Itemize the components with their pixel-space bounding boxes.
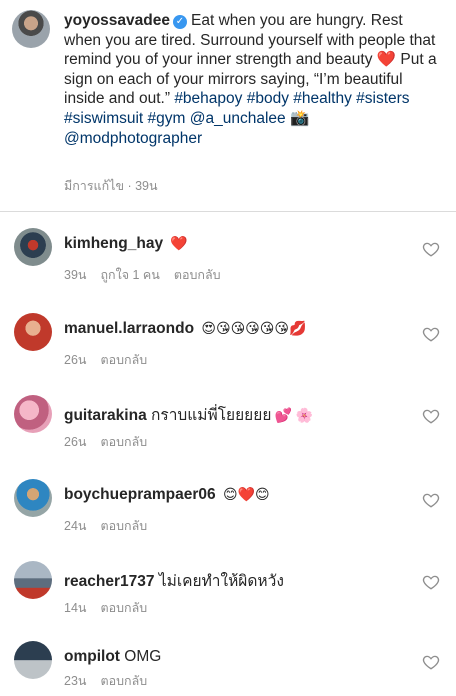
comment-item: guitarakina กราบแม่พี่โยยยยย 💕 🌸 26น ตอบกล… bbox=[0, 395, 456, 485]
commenter-avatar[interactable] bbox=[14, 479, 52, 517]
comment-text: กราบแม่พี่โยยยยย bbox=[151, 407, 272, 424]
comment-item: kimheng_hay ❤️ 39น ถูกใจ 1 คน ตอบกลับ bbox=[0, 228, 456, 318]
reply-button[interactable]: ตอบกลับ bbox=[100, 601, 147, 615]
comment-emoji: 😊❤️😊 bbox=[222, 486, 270, 502]
comment-line: ompilot OMG bbox=[64, 648, 164, 666]
reply-button[interactable]: ตอบกลับ bbox=[174, 268, 221, 282]
comment-time: 14น bbox=[64, 601, 87, 615]
comment-meta: 24น ตอบกลับ bbox=[64, 516, 161, 536]
comment-username[interactable]: boychueprampaer06 bbox=[64, 486, 216, 503]
comment-meta: 26น ตอบกลับ bbox=[64, 350, 161, 370]
caption-mention-2[interactable]: @modphotographer bbox=[64, 130, 202, 147]
comment-likes[interactable]: ถูกใจ 1 คน bbox=[100, 268, 159, 282]
caption-heart-emoji: ❤️ bbox=[376, 51, 397, 69]
comment-emoji: ❤️ bbox=[170, 235, 188, 251]
comment-time: 26น bbox=[64, 435, 87, 449]
commenter-avatar[interactable] bbox=[14, 641, 52, 679]
post-caption: yoyossavadee ✓ Eat when you are hungry. Re… bbox=[0, 0, 456, 214]
comment-username[interactable]: guitarakina bbox=[64, 407, 147, 424]
comment-username[interactable]: reacher1737 bbox=[64, 573, 155, 590]
comment-meta: 23น ตอบกลับ bbox=[64, 671, 161, 691]
comment-line: reacher1737 ไม่เคยทำให้ผิดหวัง bbox=[64, 568, 287, 593]
comment-meta: 39น ถูกใจ 1 คน ตอบกลับ bbox=[64, 265, 235, 285]
caption-mention-1[interactable]: @a_unchalee bbox=[190, 110, 286, 127]
verified-badge-icon: ✓ bbox=[173, 15, 187, 29]
commenter-avatar[interactable] bbox=[14, 313, 52, 351]
comment-item: reacher1737 ไม่เคยทำให้ผิดหวัง 14น ตอบกลั… bbox=[0, 561, 456, 651]
camera-emoji: 📸 bbox=[289, 109, 310, 127]
reply-button[interactable]: ตอบกลับ bbox=[100, 435, 147, 449]
comment-text: OMG bbox=[124, 648, 162, 665]
comment-username[interactable]: manuel.larraondo bbox=[64, 320, 194, 337]
comment-emoji: 😍😘😘😘😘😘💋 bbox=[201, 320, 307, 336]
like-heart-icon[interactable] bbox=[422, 491, 440, 509]
author-username[interactable]: yoyossavadee bbox=[64, 12, 170, 29]
comment-meta: 26น ตอบกลับ bbox=[64, 432, 161, 452]
comment-item: ompilot OMG 23น ตอบกลับ bbox=[0, 641, 456, 696]
comment-emoji: 💕 🌸 bbox=[274, 407, 314, 423]
like-heart-icon[interactable] bbox=[422, 325, 440, 343]
comment-line: manuel.larraondo 😍😘😘😘😘😘💋 bbox=[64, 320, 306, 338]
reply-button[interactable]: ตอบกลับ bbox=[100, 674, 147, 688]
comment-time: 23น bbox=[64, 674, 87, 688]
divider bbox=[0, 211, 456, 212]
comment-item: boychueprampaer06 😊❤️😊 24น ตอบกลับ bbox=[0, 479, 456, 569]
comment-item: manuel.larraondo 😍😘😘😘😘😘💋 26น ตอบกลับ bbox=[0, 313, 456, 403]
comment-line: kimheng_hay ❤️ bbox=[64, 235, 188, 253]
comment-time: 26น bbox=[64, 353, 87, 367]
like-heart-icon[interactable] bbox=[422, 407, 440, 425]
reply-button[interactable]: ตอบกลับ bbox=[100, 519, 147, 533]
caption-text: yoyossavadee ✓ Eat when you are hungry. Re… bbox=[64, 11, 442, 148]
author-avatar[interactable] bbox=[12, 10, 50, 48]
comment-line: boychueprampaer06 😊❤️😊 bbox=[64, 486, 270, 504]
like-heart-icon[interactable] bbox=[422, 653, 440, 671]
like-heart-icon[interactable] bbox=[422, 240, 440, 258]
caption-meta: มีการแก้ไข · 39น bbox=[64, 179, 158, 193]
comment-time: 24น bbox=[64, 519, 87, 533]
comment-username[interactable]: kimheng_hay bbox=[64, 235, 163, 252]
comment-meta: 14น ตอบกลับ bbox=[64, 598, 161, 618]
comment-username[interactable]: ompilot bbox=[64, 648, 120, 665]
reply-button[interactable]: ตอบกลับ bbox=[100, 353, 147, 367]
comment-time: 39น bbox=[64, 268, 87, 282]
commenter-avatar[interactable] bbox=[14, 395, 52, 433]
comment-line: guitarakina กราบแม่พี่โยยยยย 💕 🌸 bbox=[64, 402, 313, 427]
comment-text: ไม่เคยทำให้ผิดหวัง bbox=[158, 573, 284, 590]
commenter-avatar[interactable] bbox=[14, 228, 52, 266]
commenter-avatar[interactable] bbox=[14, 561, 52, 599]
like-heart-icon[interactable] bbox=[422, 573, 440, 591]
